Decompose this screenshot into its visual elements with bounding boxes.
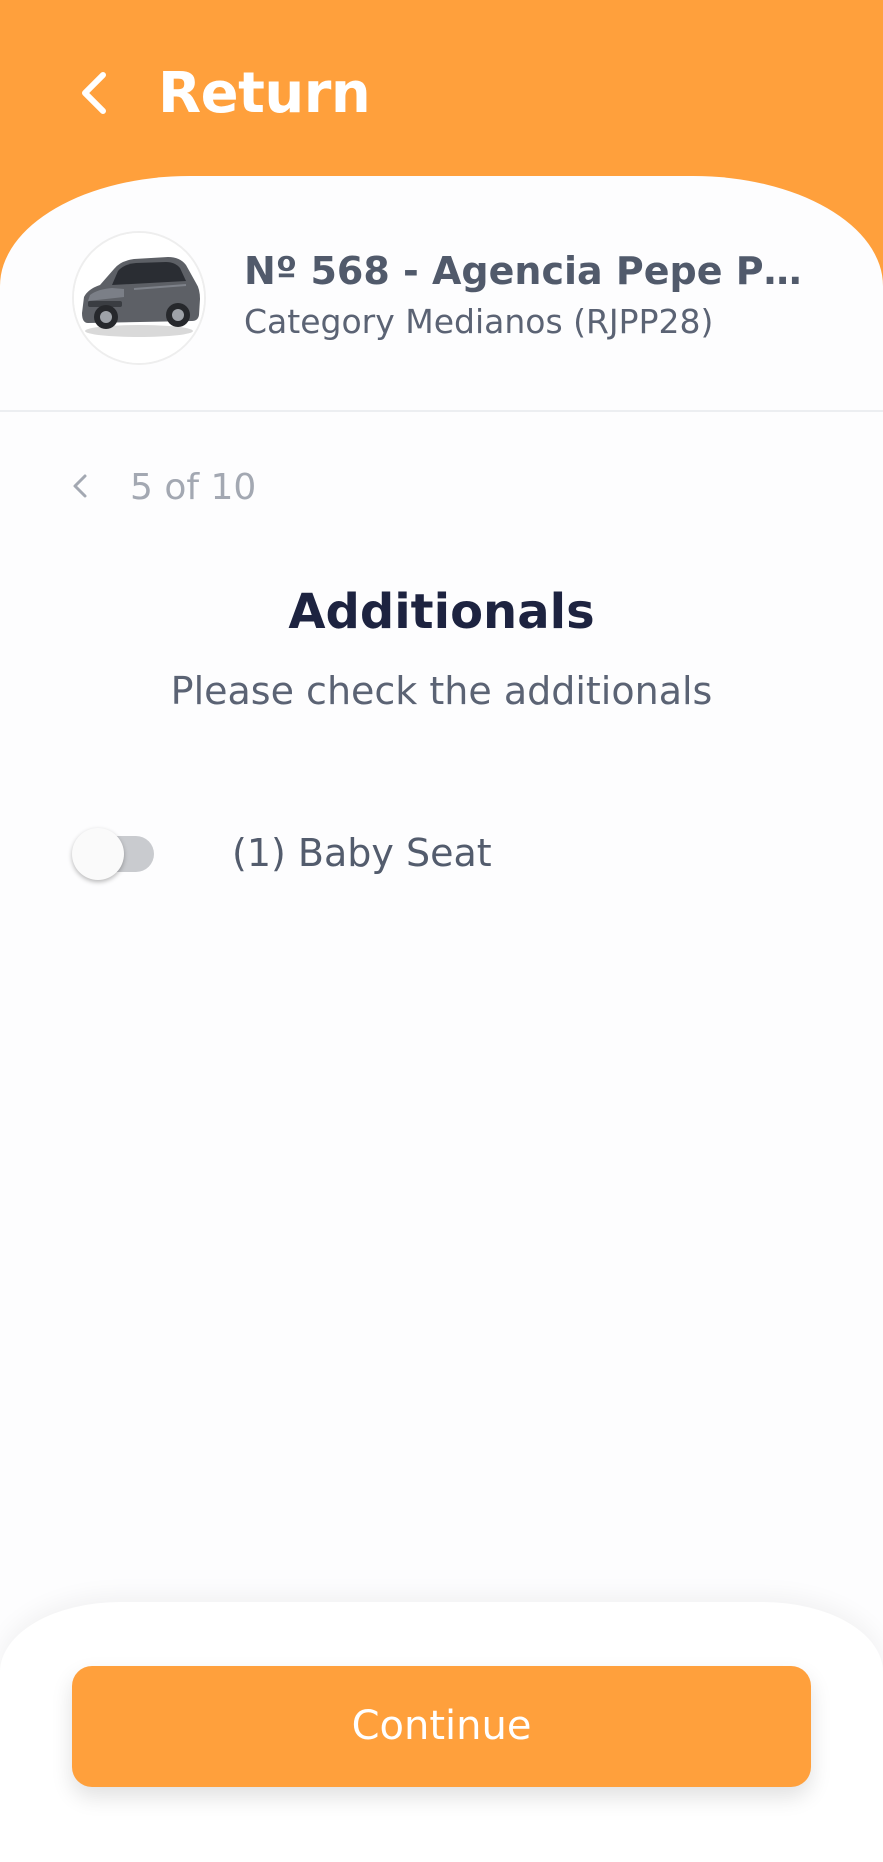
continue-button[interactable]: Continue — [72, 1666, 811, 1787]
app-screen: Return Nº 568 - Agencia Pepe Pepito Cate… — [0, 0, 883, 1862]
vehicle-category: Category Medianos (RJPP28) — [244, 302, 714, 341]
baby-seat-toggle[interactable] — [72, 826, 162, 880]
page-title: Return — [158, 61, 371, 126]
car-photo — [74, 233, 204, 363]
vehicle-card: Nº 568 - Agencia Pepe Pepito Category Me… — [0, 176, 883, 412]
bottom-panel: Continue — [0, 1602, 883, 1862]
step-back-button[interactable] — [62, 466, 98, 506]
chevron-left-icon — [73, 474, 87, 498]
toggle-thumb — [72, 828, 124, 880]
back-button[interactable] — [72, 68, 116, 118]
chevron-left-icon — [82, 72, 106, 114]
additional-item: (1) Baby Seat — [72, 806, 812, 886]
step-indicator: 5 of 10 — [130, 467, 257, 508]
vehicle-name: Nº 568 - Agencia Pepe Pepito — [244, 249, 824, 293]
section-subtitle: Please check the additionals — [170, 669, 713, 713]
header: Return — [0, 0, 883, 200]
section-title: Additionals — [288, 584, 595, 640]
additional-label: (1) Baby Seat — [232, 831, 492, 875]
vehicle-avatar — [72, 231, 206, 365]
